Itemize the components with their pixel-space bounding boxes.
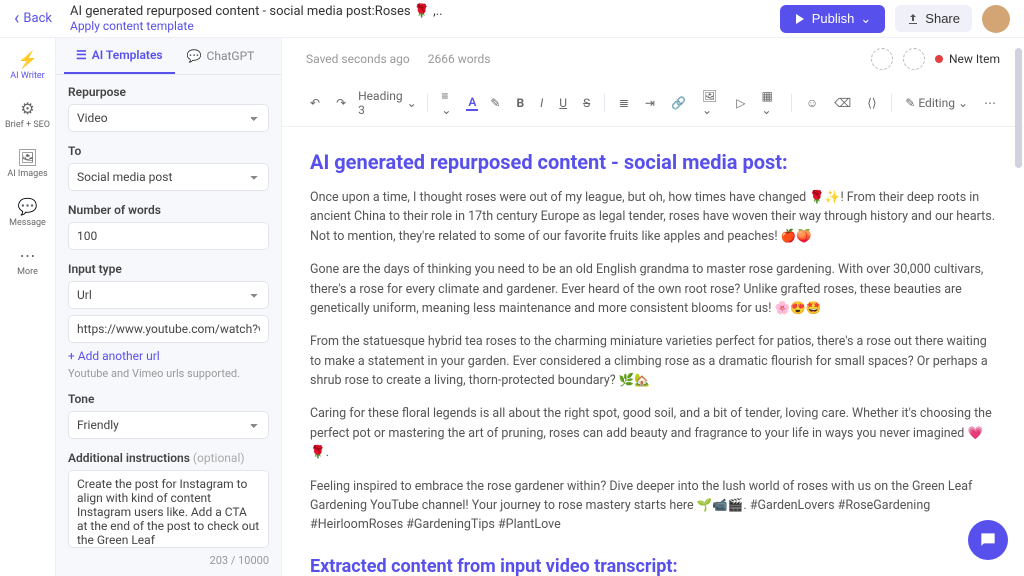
to-select[interactable]: Social media post — [68, 163, 269, 191]
word-count: 2666 words — [428, 52, 491, 66]
rail-ai-writer[interactable]: ⚡AI Writer — [0, 50, 55, 81]
top-actions: Publish ⌄ Share — [780, 5, 1010, 33]
editor-toolbar: ↶ ↷ Heading 3 ⌄ ≡ ⌄ A ✎ B I U S ≣ ⇥ 🔗 🖼 … — [282, 80, 1024, 127]
templates-icon: ☰ — [76, 48, 87, 62]
saved-status: Saved seconds ago — [306, 52, 410, 66]
image-button[interactable]: 🖼 ⌄ — [698, 86, 724, 120]
editor: Saved seconds ago 2666 words New Item ↶ … — [282, 38, 1024, 576]
indent-button[interactable]: ⇥ — [641, 93, 659, 113]
additional-label: Additional instructions (optional) — [68, 451, 269, 465]
url-hint: Youtube and Vimeo urls supported. — [68, 367, 269, 380]
chevron-down-icon: ⌄ — [407, 96, 417, 110]
heading-select[interactable]: Heading 3 ⌄ — [358, 89, 417, 117]
rail-message[interactable]: 💬Message — [0, 197, 55, 228]
repurpose-select[interactable]: Video — [68, 104, 269, 132]
additional-textarea[interactable]: Create the post for Instagram to align w… — [68, 470, 269, 548]
char-count: 203 / 10000 — [68, 554, 269, 567]
message-icon: 💬 — [18, 197, 38, 216]
clear-button[interactable]: ⌫ — [830, 93, 855, 113]
highlight-button[interactable]: ✎ — [486, 93, 504, 113]
content-h1: AI generated repurposed content - social… — [310, 147, 996, 178]
table-button[interactable]: ▦ ⌄ — [758, 86, 782, 120]
undo-button[interactable]: ↶ — [306, 93, 324, 113]
video-button[interactable]: ▷ — [732, 93, 749, 113]
page-title: AI generated repurposed content - social… — [70, 4, 780, 19]
sidebar: ☰AI Templates 💬ChatGPT Repurpose Video T… — [56, 38, 282, 576]
more-button[interactable]: ⋯ — [980, 93, 1000, 113]
align-button[interactable]: ≡ ⌄ — [437, 86, 458, 120]
bold-button[interactable]: B — [512, 93, 528, 113]
scrollbar[interactable] — [1015, 48, 1022, 168]
more-icon: ⋯ — [20, 246, 36, 265]
rail-brief-seo[interactable]: ⚙Brief + SEO — [0, 99, 55, 130]
upload-icon — [907, 13, 919, 25]
gear-icon: ⚙ — [20, 99, 34, 118]
rail-more[interactable]: ⋯More — [0, 246, 55, 277]
content-p: Feeling inspired to embrace the rose gar… — [310, 477, 996, 535]
words-input[interactable] — [68, 222, 269, 250]
add-tag[interactable] — [903, 48, 925, 70]
emoji-button[interactable]: ☺ — [802, 93, 822, 113]
apply-template-link[interactable]: Apply content template — [70, 19, 780, 33]
input-type-label: Input type — [68, 262, 269, 276]
add-url-link[interactable]: Add another url — [68, 349, 269, 363]
chevron-down-icon: ⌄ — [860, 11, 871, 27]
bolt-icon: ⚡ — [18, 50, 38, 69]
chat-icon: 💬 — [187, 49, 202, 63]
tab-ai-templates[interactable]: ☰AI Templates — [64, 38, 175, 74]
help-chat-button[interactable] — [968, 520, 1008, 560]
list-button[interactable]: ≣ — [615, 93, 633, 113]
strike-button[interactable]: S — [579, 93, 594, 113]
redo-button[interactable]: ↷ — [332, 93, 350, 113]
add-collaborator[interactable] — [871, 48, 893, 70]
image-icon: 🖼 — [17, 148, 37, 167]
code-button[interactable]: ⟨⟩ — [863, 93, 880, 113]
share-button[interactable]: Share — [895, 5, 972, 32]
play-icon — [794, 13, 806, 25]
topbar: Back AI generated repurposed content - s… — [0, 0, 1024, 38]
tone-label: Tone — [68, 392, 269, 406]
words-label: Number of words — [68, 203, 269, 217]
mode-select[interactable]: ✎ Editing ⌄ — [901, 93, 972, 113]
sidebar-tabs: ☰AI Templates 💬ChatGPT — [56, 38, 281, 75]
underline-button[interactable]: U — [555, 93, 571, 113]
content-h2: Extracted content from input video trans… — [310, 553, 996, 576]
avatar[interactable] — [982, 5, 1010, 33]
to-label: To — [68, 144, 269, 158]
rail-ai-images[interactable]: 🖼AI Images — [0, 148, 55, 179]
content-body[interactable]: AI generated repurposed content - social… — [282, 127, 1024, 576]
back-button[interactable]: Back — [14, 8, 52, 29]
chat-icon — [978, 530, 998, 550]
content-p: Gone are the days of thinking you need t… — [310, 260, 996, 318]
url-input[interactable] — [68, 315, 269, 343]
nav-rail: ⚡AI Writer ⚙Brief + SEO 🖼AI Images 💬Mess… — [0, 38, 56, 576]
tab-chatgpt[interactable]: 💬ChatGPT — [175, 38, 267, 74]
tone-select[interactable]: Friendly — [68, 411, 269, 439]
publish-button[interactable]: Publish ⌄ — [780, 5, 886, 33]
title-block: AI generated repurposed content - social… — [70, 4, 780, 33]
content-p: From the statuesque hybrid tea roses to … — [310, 332, 996, 390]
text-color-button[interactable]: A — [466, 95, 478, 111]
content-p: Once upon a time, I thought roses were o… — [310, 188, 996, 246]
italic-button[interactable]: I — [536, 93, 547, 113]
input-type-select[interactable]: Url — [68, 281, 269, 309]
new-item-badge[interactable]: New Item — [935, 52, 1000, 66]
content-p: Caring for these floral legends is all a… — [310, 404, 996, 462]
repurpose-label: Repurpose — [68, 85, 269, 99]
link-button[interactable]: 🔗 — [667, 93, 690, 113]
